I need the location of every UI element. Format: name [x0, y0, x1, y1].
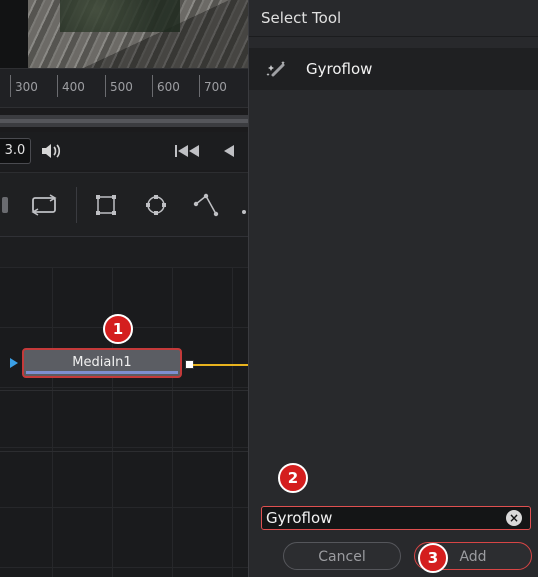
tool-list-item-label: Gyroflow: [306, 60, 373, 78]
partial-tool-icon[interactable]: [0, 193, 10, 217]
annotation-badge-1: 1: [103, 314, 133, 344]
ruler-tick: 700: [199, 75, 227, 97]
fps-field[interactable]: 3.0: [0, 138, 31, 164]
search-input[interactable]: [264, 508, 498, 528]
viewer-image: [0, 0, 248, 68]
play-reverse-icon[interactable]: [218, 139, 240, 163]
ruler-tick: 400: [57, 75, 85, 97]
ruler-tick: 500: [105, 75, 133, 97]
annotation-badge-3: 3: [418, 543, 448, 573]
mediain-node[interactable]: MediaIn1: [22, 348, 182, 378]
tool-list: Gyroflow: [249, 48, 538, 90]
dialog-title: Select Tool: [261, 9, 342, 27]
go-to-start-icon[interactable]: [172, 139, 202, 163]
scrub-bar[interactable]: [0, 115, 248, 127]
bspline-tool-icon[interactable]: [238, 195, 248, 217]
ellipse-tool-icon[interactable]: [142, 191, 170, 219]
cancel-button[interactable]: Cancel: [283, 542, 401, 570]
ruler-tick: 300: [10, 75, 38, 97]
node-editor-header: [0, 236, 248, 268]
node-status-bar: [26, 371, 178, 374]
timeline-ruler[interactable]: 300 400 500 600 700: [0, 68, 248, 108]
gyroflow-icon: [265, 59, 289, 79]
transport-controls: 3.0: [0, 132, 248, 170]
grid-line: [0, 390, 248, 391]
search-field[interactable]: ×: [261, 506, 531, 530]
node-editor[interactable]: [0, 267, 248, 577]
connection-wire: [193, 364, 248, 366]
speaker-icon[interactable]: [38, 139, 64, 163]
tool-list-item-gyroflow[interactable]: Gyroflow: [249, 48, 538, 90]
node-label: MediaIn1: [72, 355, 132, 370]
node-input-triangle[interactable]: [10, 358, 18, 368]
ruler-tick: 600: [152, 75, 180, 97]
grid-line: [0, 451, 248, 452]
viewer-foliage: [60, 0, 180, 32]
polygon-tool-icon[interactable]: [190, 189, 222, 219]
clear-search-icon[interactable]: ×: [506, 510, 522, 526]
loop-icon[interactable]: [26, 191, 62, 219]
toolbar: [0, 172, 248, 237]
annotation-badge-2: 2: [278, 463, 308, 493]
dialog-divider: [249, 36, 538, 37]
rectangle-tool-icon[interactable]: [92, 191, 120, 219]
viewer-left-edge: [0, 0, 28, 68]
toolbar-divider: [76, 187, 77, 223]
